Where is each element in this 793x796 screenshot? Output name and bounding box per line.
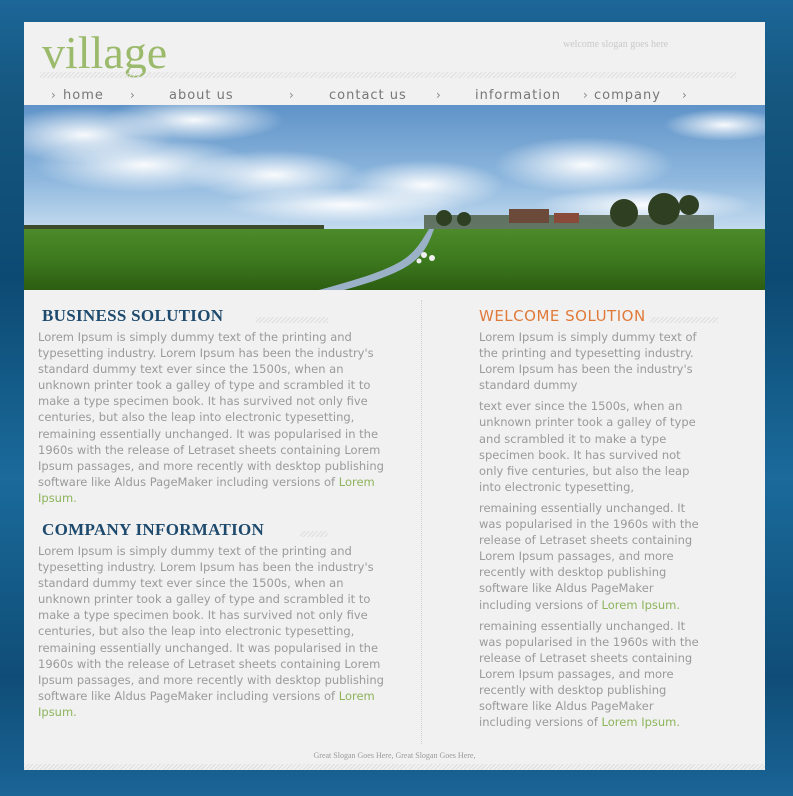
section-title-company-information: COMPANY INFORMATION — [42, 520, 265, 539]
heading-underline — [650, 317, 718, 323]
welcome-solution-text: Lorem Ipsum is simply dummy text of the … — [479, 330, 699, 730]
nav-item-company[interactable]: company — [594, 88, 661, 103]
section-title-business-solution: BUSINESS SOLUTION — [42, 306, 224, 325]
column-divider — [421, 300, 422, 744]
business-solution-text: Lorem Ipsum is simply dummy text of the … — [38, 330, 384, 505]
nav-chevron-icon: › — [436, 88, 441, 102]
heading-underline — [256, 317, 328, 323]
landscape-photo-icon — [24, 105, 765, 290]
heading-underline — [300, 531, 328, 537]
banner-image — [24, 105, 765, 290]
nav-chevron-icon: › — [130, 88, 135, 102]
lorem-link[interactable]: Lorem — [339, 475, 375, 489]
header-slogan: welcome slogan goes here — [563, 39, 669, 50]
nav-chevron-icon: › — [583, 88, 588, 102]
footer-slogan: Great Slogan Goes Here, Great Slogan Goe… — [313, 751, 476, 760]
lorem-ipsum-link[interactable]: Lorem Ipsum. — [602, 598, 680, 612]
page-container: village welcome slogan goes here › home … — [24, 22, 765, 770]
header-divider — [40, 72, 736, 78]
ipsum-link[interactable]: Ipsum. — [38, 491, 77, 505]
section-title-welcome-solution: WELCOME SOLUTION — [479, 307, 646, 325]
main-nav: › home › about us › contact us › informa… — [24, 86, 765, 105]
nav-item-information[interactable]: information — [475, 88, 561, 103]
nav-item-contact-us[interactable]: contact us — [329, 88, 407, 103]
nav-chevron-icon: › — [682, 88, 687, 102]
lorem-link[interactable]: Lorem — [339, 689, 375, 703]
ipsum-link[interactable]: Ipsum. — [38, 705, 77, 719]
nav-chevron-icon: › — [51, 88, 56, 102]
footer-divider — [24, 764, 765, 770]
nav-item-about-us[interactable]: about us — [169, 88, 234, 103]
nav-chevron-icon: › — [289, 88, 294, 102]
lorem-ipsum-link[interactable]: Lorem Ipsum. — [602, 715, 680, 729]
nav-item-home[interactable]: home — [63, 88, 104, 103]
company-information-text: Lorem Ipsum is simply dummy text of the … — [38, 544, 384, 719]
